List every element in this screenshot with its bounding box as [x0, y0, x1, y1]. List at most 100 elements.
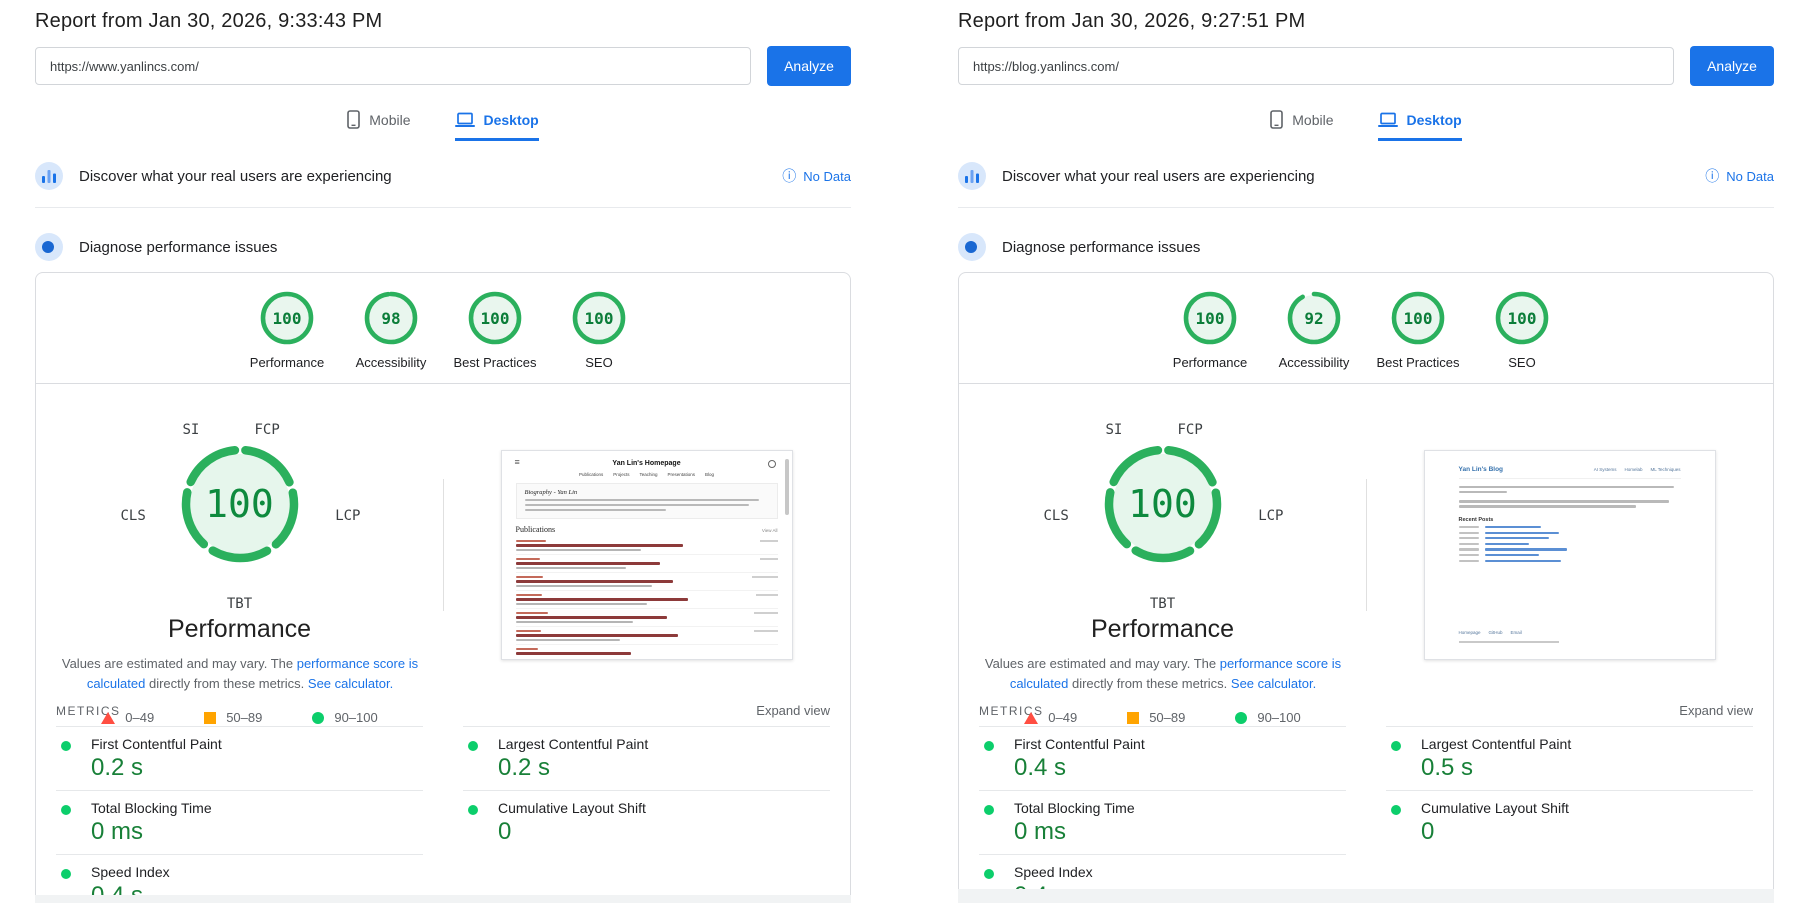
pass-dot-icon	[468, 805, 478, 815]
thumb-menu-icon: ≡	[515, 457, 520, 467]
thumb-biography-box: Biography - Yan Lin	[516, 483, 778, 519]
score-disclaimer: Values are estimated and may vary. The p…	[36, 654, 444, 694]
url-bar: Analyze	[958, 46, 1774, 86]
pass-circle-icon	[312, 712, 324, 724]
expand-view-button[interactable]: Expand view	[1679, 703, 1753, 718]
thumb-publication-entry	[516, 554, 778, 569]
thumb-publication-entry	[516, 608, 778, 623]
lab-section-title: Diagnose performance issues	[1002, 239, 1200, 256]
thumb-nav-item: Blog	[705, 472, 714, 477]
device-tabs: Mobile Desktop	[35, 110, 851, 141]
gauge-mark-tbt: TBT	[125, 596, 355, 612]
gauge-mark-lcp: LCP	[335, 508, 360, 524]
fail-triangle-icon	[1024, 712, 1038, 724]
score-performance[interactable]: 100 Performance	[1162, 290, 1258, 370]
score-seo[interactable]: 100 SEO	[1474, 290, 1570, 370]
score-accessibility[interactable]: 98 Accessibility	[343, 290, 439, 370]
see-calculator-link[interactable]: See calculator.	[308, 676, 393, 691]
score-best-practices[interactable]: 100 Best Practices	[1370, 290, 1466, 370]
metric-name: Largest Contentful Paint	[498, 736, 830, 752]
metric-name: First Contentful Paint	[91, 736, 423, 752]
disclaimer-text: directly from these metrics.	[145, 676, 308, 691]
see-calculator-link[interactable]: See calculator.	[1231, 676, 1316, 691]
thumb-footer-link: Homepage	[1459, 630, 1481, 635]
performance-gauge: SI FCP CLS LCP TBT 100 Performance	[125, 422, 355, 650]
score-performance[interactable]: 100 Performance	[239, 290, 335, 370]
gauge-mark-si: SI	[1106, 422, 1123, 438]
score-value: 98	[363, 290, 419, 346]
thumb-publication-entry	[516, 572, 778, 587]
info-icon: ⓘ	[782, 169, 796, 183]
performance-gauge: SI FCP CLS LCP TBT 100 Performance	[1048, 422, 1278, 650]
diagnose-icon	[35, 233, 63, 261]
pass-dot-icon	[984, 805, 994, 815]
thumb-nav-item: Homelab	[1624, 467, 1642, 472]
score-accessibility[interactable]: 92 Accessibility	[1266, 290, 1362, 370]
tab-desktop[interactable]: Desktop	[455, 110, 539, 141]
category-scores: 100 Performance 92 Accessibility	[959, 273, 1773, 384]
gauge-score: 100	[180, 444, 300, 564]
no-data-status[interactable]: ⓘ No Data	[1705, 169, 1774, 184]
lab-data-section: Diagnose performance issues	[35, 233, 851, 261]
diagnose-icon	[958, 233, 986, 261]
legend-range: 0–49	[1048, 710, 1077, 725]
tab-mobile[interactable]: Mobile	[347, 110, 410, 141]
metric-lcp: Largest Contentful Paint 0.2 s	[463, 726, 830, 790]
disclaimer-text: directly from these metrics.	[1068, 676, 1231, 691]
tab-desktop-label: Desktop	[484, 112, 539, 128]
thumb-footer-link: GitHub	[1489, 630, 1503, 635]
average-square-icon	[204, 712, 216, 724]
url-input[interactable]	[958, 47, 1674, 85]
field-data-section: Discover what your real users are experi…	[958, 162, 1774, 208]
score-seo[interactable]: 100 SEO	[551, 290, 647, 370]
score-value: 100	[571, 290, 627, 346]
no-data-status[interactable]: ⓘ No Data	[782, 169, 851, 184]
thumb-nav-item: Projects	[613, 472, 629, 477]
gauge-mark-cls: CLS	[121, 508, 146, 524]
gauge-mark-fcp: FCP	[255, 422, 280, 438]
thumb-post-row	[1459, 543, 1681, 545]
score-legend: 0–49 50–89 90–100	[36, 710, 443, 725]
tab-desktop[interactable]: Desktop	[1378, 110, 1462, 141]
report-card: 100 Performance 98 Accessibility	[35, 272, 851, 903]
thumb-post-row	[1459, 532, 1681, 534]
mobile-icon	[1270, 110, 1283, 129]
page-title: Report from Jan 30, 2026, 9:27:51 PM	[958, 10, 1774, 33]
thumb-post-row	[1459, 548, 1681, 550]
thumb-site-title: Yan Lin's Homepage	[516, 460, 778, 467]
gauge-category-label: Performance	[1048, 615, 1278, 644]
analyze-button[interactable]: Analyze	[767, 46, 851, 86]
metric-value: 0 ms	[1014, 819, 1346, 845]
desktop-icon	[455, 112, 475, 128]
thumb-site-title: Yan Lin's Blog	[1459, 466, 1504, 473]
thumb-footer-link: Email	[1511, 630, 1522, 635]
metric-value: 0.4 s	[1014, 755, 1346, 781]
page-screenshot-thumbnail[interactable]: Yan Lin's Blog AI Systems Homelab ML Tec…	[1424, 450, 1716, 660]
report-card: 100 Performance 92 Accessibility	[958, 272, 1774, 903]
expand-view-button[interactable]: Expand view	[756, 703, 830, 718]
thumb-paragraph	[1459, 486, 1681, 493]
score-best-practices[interactable]: 100 Best Practices	[447, 290, 543, 370]
legend-range: 50–89	[226, 710, 262, 725]
thumb-post-row	[1459, 554, 1681, 556]
thumb-nav-item: Presentations	[668, 472, 696, 477]
score-label: Best Practices	[1376, 355, 1459, 370]
gauge-category-label: Performance	[125, 615, 355, 644]
thumb-publication-entry	[516, 590, 778, 605]
metric-tbt: Total Blocking Time 0 ms	[56, 790, 423, 854]
tab-mobile-label: Mobile	[369, 112, 410, 128]
score-label: Performance	[1173, 355, 1247, 370]
score-label: Performance	[250, 355, 324, 370]
tab-mobile[interactable]: Mobile	[1270, 110, 1333, 141]
metric-value: 0.2 s	[498, 755, 830, 781]
score-value: 100	[467, 290, 523, 346]
analyze-button[interactable]: Analyze	[1690, 46, 1774, 86]
thumb-copyright	[1459, 641, 1559, 643]
page-screenshot-thumbnail[interactable]: ≡ Yan Lin's Homepage Publications Projec…	[501, 450, 793, 660]
disclaimer-text: Values are estimated and may vary. The	[985, 656, 1220, 671]
url-input[interactable]	[35, 47, 751, 85]
score-value: 100	[1390, 290, 1446, 346]
legend-range: 90–100	[1257, 710, 1300, 725]
score-label: Accessibility	[1279, 355, 1350, 370]
gauge-score: 100	[1103, 444, 1223, 564]
